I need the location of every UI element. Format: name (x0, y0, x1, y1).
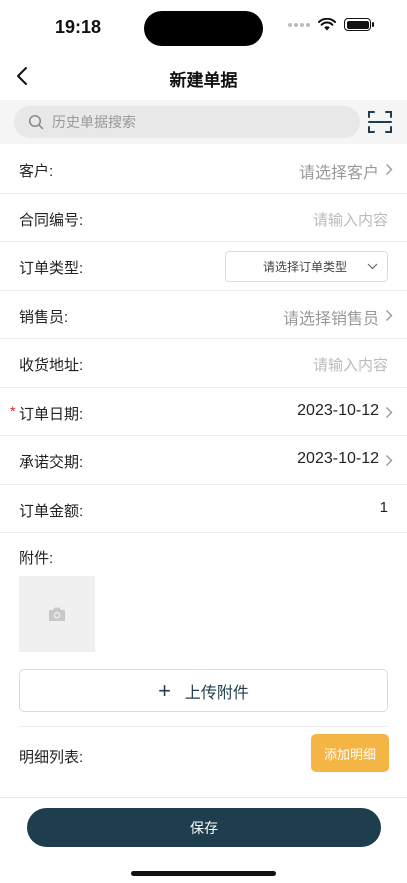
promise-date-label: 承诺交期: (19, 454, 84, 471)
order-amount-label: 订单金额: (19, 502, 84, 520)
order-date-value[interactable]: 2023-10-12 (297, 402, 379, 420)
battery-icon (344, 18, 374, 31)
contract-number-input[interactable]: 请输入内容 (313, 209, 388, 230)
chevron-right-icon (386, 309, 393, 321)
shipping-address-input[interactable]: 请输入内容 (313, 354, 388, 375)
camera-icon (49, 607, 65, 621)
plus-icon: + (158, 677, 171, 703)
home-indicator (131, 871, 276, 876)
chevron-right-icon (386, 164, 393, 175)
customer-picker-value[interactable]: 请选择客户 (299, 159, 379, 183)
order-type-row: 订单类型: 请选择订单类型 (0, 242, 407, 291)
order-date-label: 订单日期: (19, 405, 84, 423)
dynamic-island (144, 11, 263, 46)
order-amount-value: 1 (379, 498, 388, 516)
order-type-selected: 请选择订单类型 (263, 260, 348, 274)
add-detail-button[interactable]: 添加明细 (311, 734, 389, 772)
upload-attachment-button[interactable]: + 上传附件 (19, 669, 388, 712)
order-amount-row: 订单金额: 1 (0, 485, 407, 533)
scan-icon[interactable] (367, 109, 393, 135)
contract-number-label: 合同编号: (19, 211, 84, 229)
chevron-right-icon (386, 406, 393, 418)
cellular-signal-icon (288, 22, 310, 27)
attachments-label: 附件: (19, 550, 54, 567)
status-icons (288, 18, 374, 31)
divider (19, 726, 388, 727)
order-type-select[interactable]: 请选择订单类型 (225, 251, 388, 282)
required-mark: * (10, 402, 16, 419)
bottom-bar: 保存 (0, 797, 407, 883)
save-button[interactable]: 保存 (27, 808, 381, 847)
chevron-down-icon (367, 263, 378, 270)
search-input[interactable] (52, 114, 332, 130)
salesperson-label: 销售员: (19, 308, 69, 326)
status-time: 19:18 (55, 17, 102, 37)
wifi-icon (318, 18, 336, 31)
contract-number-row: 合同编号: 请输入内容 (0, 194, 407, 242)
customer-label: 客户: (19, 163, 54, 180)
chevron-right-icon (386, 455, 393, 466)
order-date-row[interactable]: * 订单日期: 2023-10-12 (0, 388, 407, 436)
add-photo-tile[interactable] (19, 576, 95, 652)
page-title: 新建单据 (169, 71, 238, 90)
upload-attachment-label: 上传附件 (184, 684, 249, 702)
order-type-label: 订单类型: (19, 260, 84, 277)
customer-row[interactable]: 客户: 请选择客户 (0, 145, 407, 194)
detail-list-label: 明细列表: (19, 749, 84, 766)
search-bar (0, 100, 407, 144)
search-icon (28, 114, 44, 130)
shipping-address-row: 收货地址: 请输入内容 (0, 339, 407, 388)
promise-date-row[interactable]: 承诺交期: 2023-10-12 (0, 436, 407, 485)
status-bar: 19:18 (0, 0, 407, 52)
nav-bar: 新建单据 (0, 52, 407, 100)
search-box[interactable] (14, 106, 360, 138)
shipping-address-label: 收货地址: (19, 357, 84, 374)
salesperson-row[interactable]: 销售员: 请选择销售员 (0, 291, 407, 339)
promise-date-value[interactable]: 2023-10-12 (297, 450, 379, 468)
salesperson-picker-value[interactable]: 请选择销售员 (283, 305, 379, 329)
order-form: 客户: 请选择客户 合同编号: 请输入内容 订单类型: 请选择订单类型 销售员:… (0, 145, 407, 533)
